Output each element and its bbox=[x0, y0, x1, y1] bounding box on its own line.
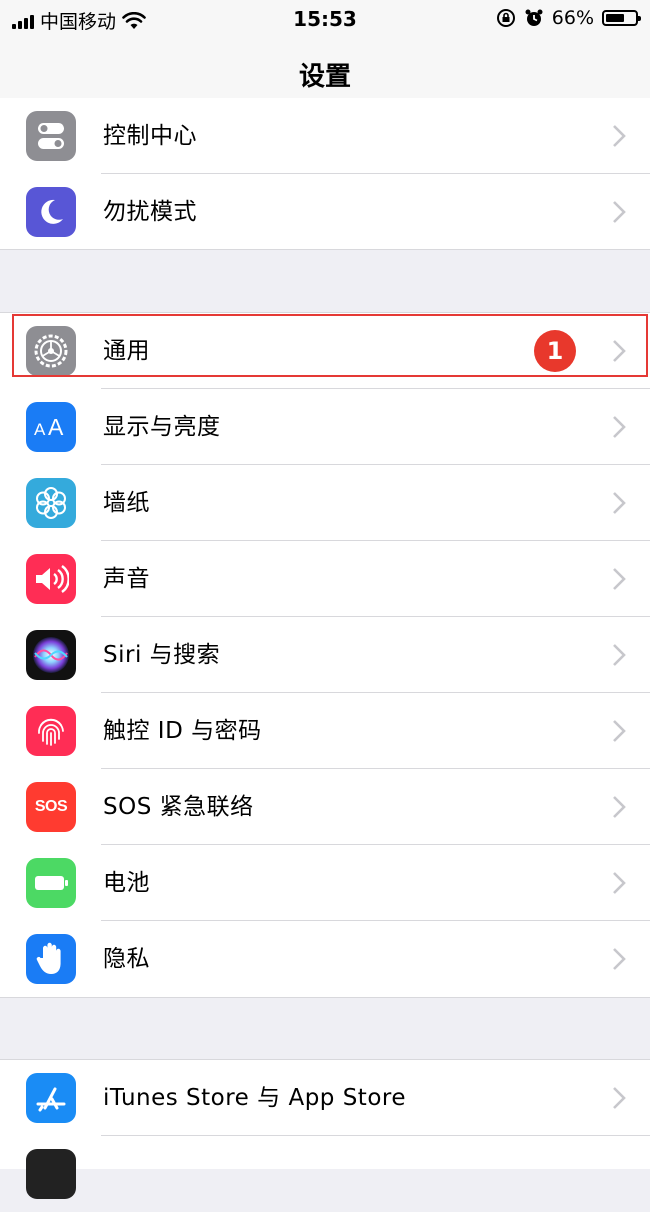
status-bar: 中国移动 15:53 66% bbox=[0, 0, 650, 38]
chevron-right-icon bbox=[613, 416, 626, 438]
chevron-right-icon bbox=[613, 125, 626, 147]
status-right: 66% bbox=[496, 7, 641, 29]
chevron-right-icon bbox=[613, 720, 626, 742]
siri-icon bbox=[26, 630, 76, 680]
sos-icon-text: SOS bbox=[34, 798, 68, 815]
settings-row-label: iTunes Store 与 App Store bbox=[103, 1085, 406, 1111]
battery-icon bbox=[26, 858, 76, 908]
chevron-right-icon bbox=[613, 492, 626, 514]
speaker-icon bbox=[26, 554, 76, 604]
settings-row-label: SOS 紧急联络 bbox=[103, 794, 254, 820]
settings-row-siri-search[interactable]: Siri 与搜索 bbox=[0, 617, 650, 693]
sos-icon: SOS bbox=[26, 782, 76, 832]
settings-group-3: iTunes Store 与 App Store bbox=[0, 1059, 650, 1199]
settings-row-privacy[interactable]: 隐私 bbox=[0, 921, 650, 997]
chevron-right-icon bbox=[613, 948, 626, 970]
settings-row-label: 触控 ID 与密码 bbox=[103, 718, 262, 744]
rotation-lock-icon bbox=[496, 9, 515, 27]
settings-row-label: 电池 bbox=[103, 870, 150, 896]
moon-icon bbox=[26, 187, 76, 237]
highlight-box bbox=[12, 314, 648, 377]
settings-row-label: 墙纸 bbox=[103, 490, 150, 516]
hand-privacy-icon bbox=[26, 934, 76, 984]
settings-row-itunes-app-store[interactable]: iTunes Store 与 App Store bbox=[0, 1060, 650, 1136]
settings-row-label: 控制中心 bbox=[103, 123, 197, 149]
settings-row-label: 声音 bbox=[103, 566, 150, 592]
chevron-right-icon bbox=[613, 201, 626, 223]
svg-text:A: A bbox=[48, 414, 64, 440]
settings-row-touch-id-passcode[interactable]: 触控 ID 与密码 bbox=[0, 693, 650, 769]
settings-row-battery[interactable]: 电池 bbox=[0, 845, 650, 921]
chevron-right-icon bbox=[613, 1087, 626, 1109]
settings-row-label: Siri 与搜索 bbox=[103, 642, 221, 668]
settings-row-label: 勿扰模式 bbox=[103, 199, 197, 225]
settings-row-next-partial[interactable] bbox=[0, 1136, 650, 1212]
settings-row-general[interactable]: 通用 1 bbox=[0, 313, 650, 389]
page-title: 设置 bbox=[298, 62, 351, 92]
settings-row-label: 显示与亮度 bbox=[103, 414, 221, 440]
wallet-icon bbox=[26, 1149, 76, 1199]
settings-row-do-not-disturb[interactable]: 勿扰模式 bbox=[0, 174, 650, 250]
svg-text:A: A bbox=[34, 420, 46, 439]
battery-icon bbox=[602, 10, 641, 26]
settings-row-label: 隐私 bbox=[103, 946, 150, 972]
settings-group-2: 通用 1 A A 显示与亮度 墙纸 声音 Siri 与搜索 触控 ID 与密码 … bbox=[0, 312, 650, 998]
settings-row-wallpaper[interactable]: 墙纸 bbox=[0, 465, 650, 541]
display-brightness-icon: A A bbox=[26, 402, 76, 452]
battery-percent: 66% bbox=[551, 7, 594, 29]
settings-group-1: 控制中心 勿扰模式 bbox=[0, 98, 650, 250]
wallpaper-flower-icon bbox=[26, 478, 76, 528]
alarm-icon bbox=[525, 9, 543, 26]
app-store-icon bbox=[26, 1073, 76, 1123]
settings-row-emergency-sos[interactable]: SOS SOS 紧急联络 bbox=[0, 769, 650, 845]
settings-row-display-brightness[interactable]: A A 显示与亮度 bbox=[0, 389, 650, 465]
chevron-right-icon bbox=[613, 568, 626, 590]
chevron-right-icon bbox=[613, 644, 626, 666]
chevron-right-icon bbox=[613, 872, 626, 894]
chevron-right-icon bbox=[613, 796, 626, 818]
settings-row-sounds[interactable]: 声音 bbox=[0, 541, 650, 617]
fingerprint-icon bbox=[26, 706, 76, 756]
control-center-icon bbox=[26, 111, 76, 161]
settings-row-control-center[interactable]: 控制中心 bbox=[0, 98, 650, 174]
